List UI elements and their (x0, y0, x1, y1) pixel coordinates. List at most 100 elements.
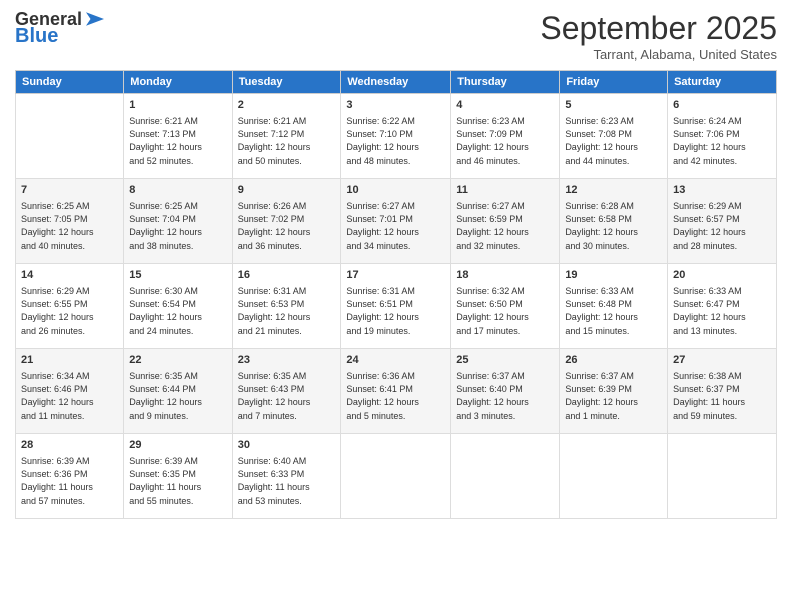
day-number: 28 (21, 438, 118, 453)
cell-week4-day1: 22Sunrise: 6:35 AMSunset: 6:44 PMDayligh… (124, 349, 232, 434)
cell-info: Sunrise: 6:26 AMSunset: 7:02 PMDaylight:… (238, 200, 336, 252)
day-number: 4 (456, 98, 554, 113)
day-number: 25 (456, 353, 554, 368)
logo: General Blue (15, 10, 104, 46)
cell-week1-day6: 6 Sunrise: 6:24 AMSunset: 7:06 PMDaylight… (668, 94, 777, 179)
day-number: 19 (565, 268, 662, 283)
day-number: 12 (565, 183, 662, 198)
col-thursday: Thursday (451, 71, 560, 94)
cell-info: Sunrise: 6:39 AMSunset: 6:36 PMDaylight:… (21, 455, 118, 507)
cell-info: Sunrise: 6:29 AMSunset: 6:55 PMDaylight:… (21, 285, 118, 337)
header-row: Sunday Monday Tuesday Wednesday Thursday… (16, 71, 777, 94)
day-number: 30 (238, 438, 336, 453)
day-number: 21 (21, 353, 118, 368)
col-friday: Friday (560, 71, 668, 94)
cell-info: Sunrise: 6:35 AMSunset: 6:44 PMDaylight:… (129, 370, 226, 422)
cell-info: Sunrise: 6:39 AMSunset: 6:35 PMDaylight:… (129, 455, 226, 507)
cell-info: Sunrise: 6:31 AMSunset: 6:53 PMDaylight:… (238, 285, 336, 337)
cell-info: Sunrise: 6:40 AMSunset: 6:33 PMDaylight:… (238, 455, 336, 507)
day-number: 6 (673, 98, 771, 113)
cell-week3-day3: 17 Sunrise: 6:31 AMSunset: 6:51 PMDayligh… (341, 264, 451, 349)
cell-week5-day0: 28 Sunrise: 6:39 AMSunset: 6:36 PMDayligh… (16, 434, 124, 519)
day-number: 8 (129, 183, 226, 198)
cell-week2-day6: 13 Sunrise: 6:29 AMSunset: 6:57 PMDayligh… (668, 179, 777, 264)
cell-week3-day2: 16 Sunrise: 6:31 AMSunset: 6:53 PMDayligh… (232, 264, 341, 349)
cell-info: Sunrise: 6:28 AMSunset: 6:58 PMDaylight:… (565, 200, 662, 252)
day-number: 14 (21, 268, 118, 283)
day-number: 20 (673, 268, 771, 283)
calendar-page: General Blue September 2025 Tarrant, Ala… (0, 0, 792, 612)
header: General Blue September 2025 Tarrant, Ala… (15, 10, 777, 62)
week-row-2: 7 Sunrise: 6:25 AMSunset: 7:05 PMDaylight… (16, 179, 777, 264)
cell-info: Sunrise: 6:35 AMSunset: 6:43 PMDaylight:… (238, 370, 336, 422)
cell-week2-day2: 9Sunrise: 6:26 AMSunset: 7:02 PMDaylight… (232, 179, 341, 264)
cell-info: Sunrise: 6:27 AMSunset: 6:59 PMDaylight:… (456, 200, 554, 252)
cell-info: Sunrise: 6:25 AMSunset: 7:05 PMDaylight:… (21, 200, 118, 252)
cell-week5-day3 (341, 434, 451, 519)
day-number: 24 (346, 353, 445, 368)
logo-icon (86, 12, 104, 26)
cell-info: Sunrise: 6:36 AMSunset: 6:41 PMDaylight:… (346, 370, 445, 422)
cell-info: Sunrise: 6:33 AMSunset: 6:47 PMDaylight:… (673, 285, 771, 337)
day-number: 26 (565, 353, 662, 368)
day-number: 16 (238, 268, 336, 283)
cell-info: Sunrise: 6:23 AMSunset: 7:08 PMDaylight:… (565, 115, 662, 167)
month-title: September 2025 (540, 10, 777, 47)
day-number: 18 (456, 268, 554, 283)
cell-info: Sunrise: 6:37 AMSunset: 6:39 PMDaylight:… (565, 370, 662, 422)
cell-week4-day0: 21 Sunrise: 6:34 AMSunset: 6:46 PMDayligh… (16, 349, 124, 434)
day-number: 10 (346, 183, 445, 198)
col-sunday: Sunday (16, 71, 124, 94)
cell-week4-day3: 24 Sunrise: 6:36 AMSunset: 6:41 PMDayligh… (341, 349, 451, 434)
cell-week5-day6 (668, 434, 777, 519)
cell-info: Sunrise: 6:31 AMSunset: 6:51 PMDaylight:… (346, 285, 445, 337)
day-number: 13 (673, 183, 771, 198)
cell-week5-day1: 29 Sunrise: 6:39 AMSunset: 6:35 PMDayligh… (124, 434, 232, 519)
cell-week2-day5: 12 Sunrise: 6:28 AMSunset: 6:58 PMDayligh… (560, 179, 668, 264)
cell-week1-day4: 4 Sunrise: 6:23 AMSunset: 7:09 PMDaylight… (451, 94, 560, 179)
week-row-3: 14 Sunrise: 6:29 AMSunset: 6:55 PMDayligh… (16, 264, 777, 349)
cell-week2-day3: 10 Sunrise: 6:27 AMSunset: 7:01 PMDayligh… (341, 179, 451, 264)
week-row-5: 28 Sunrise: 6:39 AMSunset: 6:36 PMDayligh… (16, 434, 777, 519)
day-number: 3 (346, 98, 445, 113)
cell-info: Sunrise: 6:22 AMSunset: 7:10 PMDaylight:… (346, 115, 445, 167)
cell-week5-day4 (451, 434, 560, 519)
col-tuesday: Tuesday (232, 71, 341, 94)
day-number: 5 (565, 98, 662, 113)
cell-week5-day2: 30 Sunrise: 6:40 AMSunset: 6:33 PMDayligh… (232, 434, 341, 519)
cell-info: Sunrise: 6:37 AMSunset: 6:40 PMDaylight:… (456, 370, 554, 422)
cell-info: Sunrise: 6:27 AMSunset: 7:01 PMDaylight:… (346, 200, 445, 252)
cell-week3-day1: 15Sunrise: 6:30 AMSunset: 6:54 PMDayligh… (124, 264, 232, 349)
day-number: 23 (238, 353, 336, 368)
cell-week4-day2: 23 Sunrise: 6:35 AMSunset: 6:43 PMDayligh… (232, 349, 341, 434)
cell-info: Sunrise: 6:25 AMSunset: 7:04 PMDaylight:… (129, 200, 226, 252)
week-row-4: 21 Sunrise: 6:34 AMSunset: 6:46 PMDayligh… (16, 349, 777, 434)
cell-info: Sunrise: 6:34 AMSunset: 6:46 PMDaylight:… (21, 370, 118, 422)
cell-week4-day5: 26 Sunrise: 6:37 AMSunset: 6:39 PMDayligh… (560, 349, 668, 434)
day-number: 27 (673, 353, 771, 368)
cell-info: Sunrise: 6:33 AMSunset: 6:48 PMDaylight:… (565, 285, 662, 337)
cell-info: Sunrise: 6:30 AMSunset: 6:54 PMDaylight:… (129, 285, 226, 337)
cell-week4-day4: 25 Sunrise: 6:37 AMSunset: 6:40 PMDayligh… (451, 349, 560, 434)
cell-week3-day0: 14 Sunrise: 6:29 AMSunset: 6:55 PMDayligh… (16, 264, 124, 349)
cell-week3-day4: 18Sunrise: 6:32 AMSunset: 6:50 PMDayligh… (451, 264, 560, 349)
day-number: 7 (21, 183, 118, 198)
cell-info: Sunrise: 6:29 AMSunset: 6:57 PMDaylight:… (673, 200, 771, 252)
cell-week1-day1: 1 Sunrise: 6:21 AMSunset: 7:13 PMDaylight… (124, 94, 232, 179)
day-number: 1 (129, 98, 226, 113)
cell-info: Sunrise: 6:24 AMSunset: 7:06 PMDaylight:… (673, 115, 771, 167)
cell-info: Sunrise: 6:21 AMSunset: 7:12 PMDaylight:… (238, 115, 336, 167)
cell-week5-day5 (560, 434, 668, 519)
cell-week3-day5: 19 Sunrise: 6:33 AMSunset: 6:48 PMDayligh… (560, 264, 668, 349)
cell-week1-day2: 2Sunrise: 6:21 AMSunset: 7:12 PMDaylight… (232, 94, 341, 179)
day-number: 11 (456, 183, 554, 198)
day-number: 29 (129, 438, 226, 453)
cell-info: Sunrise: 6:21 AMSunset: 7:13 PMDaylight:… (129, 115, 226, 167)
day-number: 17 (346, 268, 445, 283)
cell-info: Sunrise: 6:23 AMSunset: 7:09 PMDaylight:… (456, 115, 554, 167)
week-row-1: 1 Sunrise: 6:21 AMSunset: 7:13 PMDaylight… (16, 94, 777, 179)
cell-info: Sunrise: 6:38 AMSunset: 6:37 PMDaylight:… (673, 370, 771, 422)
cell-week1-day3: 3 Sunrise: 6:22 AMSunset: 7:10 PMDaylight… (341, 94, 451, 179)
cell-week1-day5: 5 Sunrise: 6:23 AMSunset: 7:08 PMDaylight… (560, 94, 668, 179)
cell-week2-day0: 7 Sunrise: 6:25 AMSunset: 7:05 PMDaylight… (16, 179, 124, 264)
